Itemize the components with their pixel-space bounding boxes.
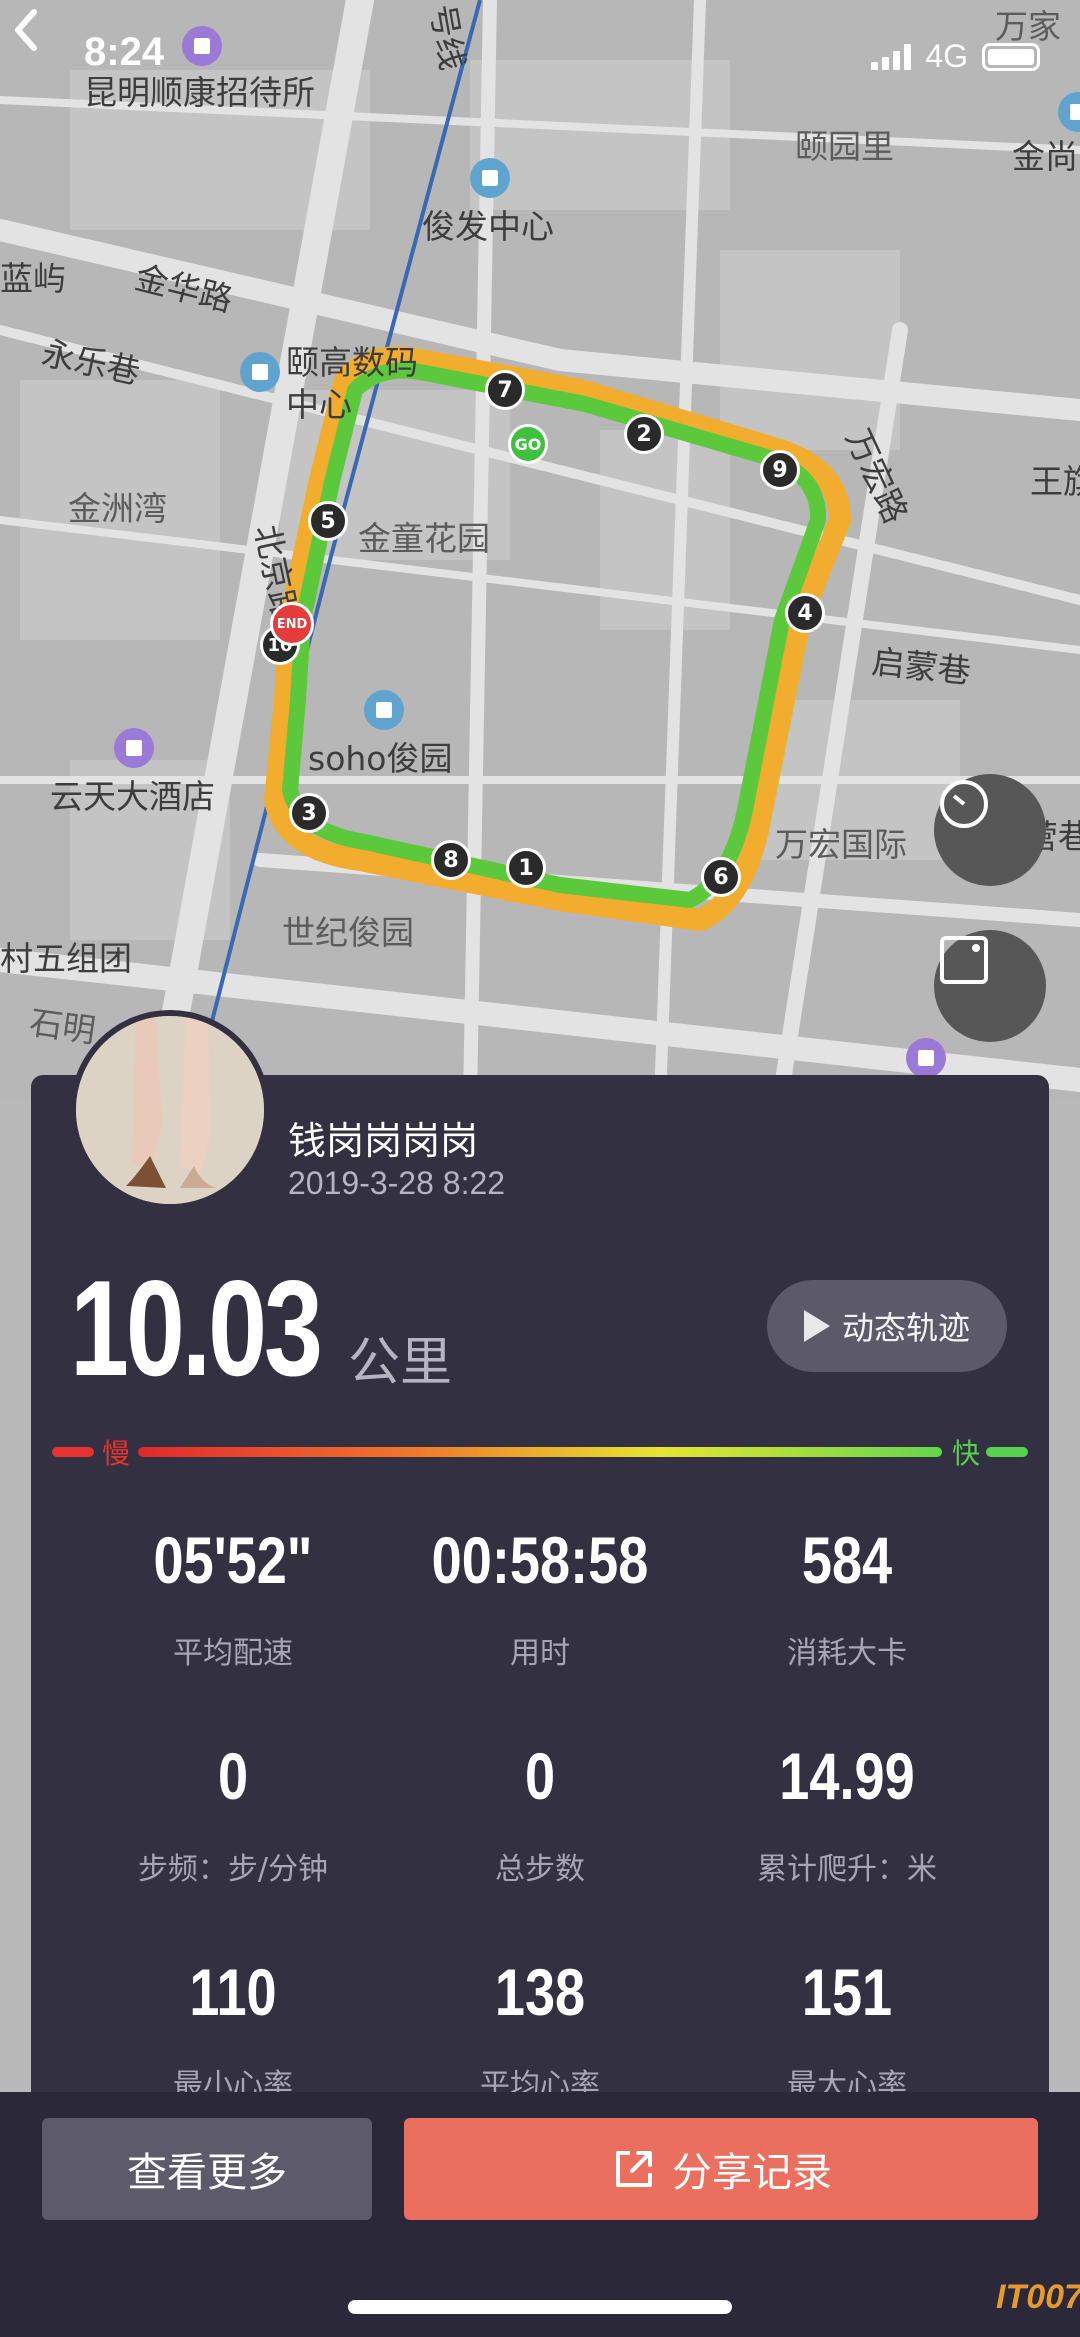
speed-legend-bar	[52, 1447, 1028, 1459]
compass-icon	[940, 780, 988, 828]
km-marker-4: 4	[785, 593, 825, 633]
building-icon	[364, 690, 404, 730]
map-label: 村五组团	[0, 939, 132, 978]
back-arrow-icon[interactable]	[0, 0, 60, 60]
map-roads	[0, 0, 1080, 1100]
calories-value: 584	[801, 1523, 893, 1597]
distance-unit: 公里	[348, 1333, 453, 1393]
total-steps-label: 总步数	[495, 1852, 585, 1887]
end-marker: END	[270, 602, 314, 646]
map-label: 万宏国际	[775, 825, 907, 864]
elevation-gain-label: 累计爬升：米	[757, 1852, 937, 1887]
km-marker-8: 8	[431, 840, 471, 880]
map-label: 中心	[286, 385, 352, 424]
replay-track-button[interactable]: 动态轨迹	[767, 1280, 1007, 1372]
map-label: 世纪俊园	[282, 913, 414, 952]
km-marker-3: 3	[289, 793, 329, 833]
map-label: 启蒙巷	[869, 641, 973, 692]
map-label: 俊发中心	[422, 207, 554, 246]
max-heart-rate-value: 151	[801, 1955, 893, 2029]
building-icon	[470, 158, 510, 198]
status-time: 8:24	[84, 30, 165, 74]
status-indicators: 4G	[871, 38, 1040, 75]
hotel-icon	[906, 1038, 946, 1078]
total-steps-value: 0	[524, 1739, 556, 1813]
signal-icon	[871, 43, 912, 70]
map-label: 颐高数码	[286, 343, 418, 382]
calories-label: 消耗大卡	[787, 1636, 907, 1671]
km-marker-7: 7	[485, 370, 525, 410]
start-marker: GO	[508, 424, 548, 464]
map-label: 石明	[27, 1002, 99, 1051]
km-marker-5: 5	[308, 501, 348, 541]
user-name: 钱岗岗岗岗	[288, 1119, 479, 1163]
watermark-logo: IT007	[996, 2278, 1080, 2316]
home-indicator[interactable]	[348, 2300, 732, 2314]
expand-icon	[940, 936, 988, 984]
hotel-icon	[182, 26, 222, 66]
km-marker-1: 1	[506, 848, 546, 888]
avatar-image	[76, 1016, 264, 1204]
speed-fast-label: 快	[952, 1437, 981, 1470]
share-record-label: 分享记录	[672, 2150, 832, 2196]
view-more-label: 查看更多	[127, 2150, 287, 2196]
run-date: 2019-3-28 8:22	[288, 1165, 506, 1201]
avatar[interactable]	[70, 1010, 270, 1210]
play-icon	[803, 1310, 830, 1342]
locate-button[interactable]	[934, 774, 1046, 886]
speed-slow-label: 慢	[102, 1437, 131, 1470]
duration-value: 00:58:58	[431, 1523, 649, 1597]
map-label: soho俊园	[308, 739, 453, 778]
km-marker-9: 9	[760, 450, 800, 490]
share-record-button[interactable]: 分享记录	[404, 2118, 1038, 2220]
share-icon	[616, 2151, 652, 2187]
duration-label: 用时	[510, 1636, 570, 1671]
cadence-label: 步频：步/分钟	[137, 1852, 329, 1887]
map-label: 金童花园	[358, 519, 490, 558]
map-label: 云天大酒店	[50, 777, 215, 816]
fullscreen-button[interactable]	[934, 930, 1046, 1042]
elevation-gain-value: 14.99	[779, 1739, 915, 1813]
map-label: 金洲湾	[68, 489, 167, 528]
map-label: 王旗	[1030, 462, 1080, 501]
hotel-icon	[114, 728, 154, 768]
avg-pace-label: 平均配速	[173, 1636, 293, 1671]
building-icon	[240, 352, 280, 392]
avg-heart-rate-value: 138	[494, 1955, 586, 2029]
map-label: 颐园里	[795, 127, 894, 166]
view-more-button[interactable]: 查看更多	[42, 2118, 372, 2220]
distance-value: 10.03	[70, 1252, 323, 1404]
battery-icon	[982, 42, 1040, 71]
min-heart-rate-value: 110	[189, 1955, 277, 2029]
map-label: 蓝屿	[0, 259, 66, 298]
cadence-value: 0	[217, 1739, 249, 1813]
network-type: 4G	[925, 38, 968, 74]
map-label: 金尚	[1012, 137, 1078, 176]
km-marker-6: 6	[701, 857, 741, 897]
km-marker-2: 2	[624, 414, 664, 454]
avg-pace-value: 05'52"	[153, 1523, 313, 1597]
replay-label: 动态轨迹	[841, 1309, 970, 1347]
